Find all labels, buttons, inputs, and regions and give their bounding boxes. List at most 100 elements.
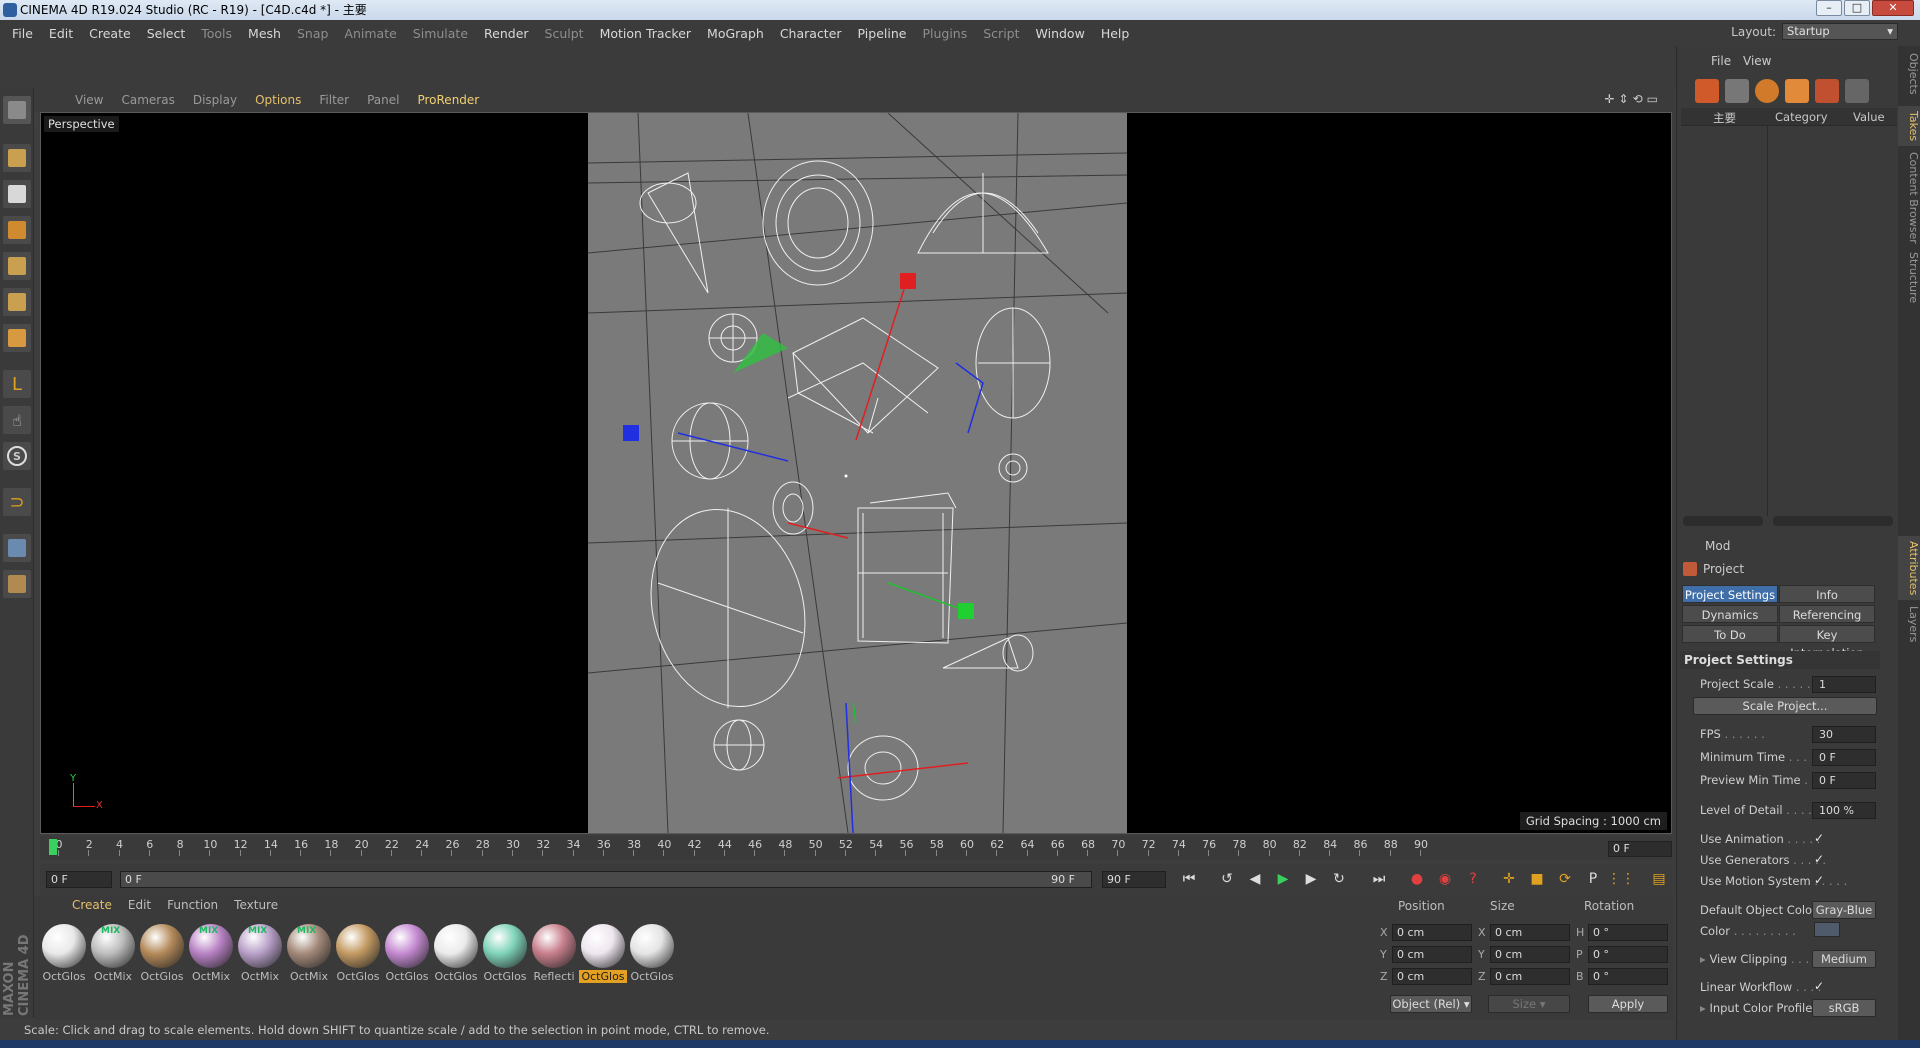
material-menu-function[interactable]: Function <box>159 898 226 912</box>
current-frame-field[interactable]: 0 F <box>1608 841 1672 857</box>
lock-workplane-icon[interactable] <box>3 534 31 562</box>
attr-value-field[interactable]: 1 <box>1812 676 1876 693</box>
menu-simulate[interactable]: Simulate <box>405 26 476 41</box>
material-swatch[interactable]: OctGlos <box>579 924 627 984</box>
attributes-mode-menu[interactable]: Mod <box>1705 539 1730 553</box>
maximize-button[interactable]: □ <box>1844 0 1870 16</box>
rotation-field[interactable]: 0 ° <box>1588 946 1668 963</box>
viewport-menu-display[interactable]: Display <box>184 93 246 107</box>
key-scale-icon[interactable]: ■ <box>1524 867 1550 891</box>
attr-value-field[interactable]: 30 <box>1812 726 1876 743</box>
menu-file[interactable]: File <box>4 26 41 41</box>
key-param-icon[interactable]: P <box>1580 867 1606 891</box>
rotation-field[interactable]: 0 ° <box>1588 924 1668 941</box>
autokey-icon[interactable]: ◉ <box>1432 867 1458 891</box>
rotation-field[interactable]: 0 ° <box>1588 968 1668 985</box>
menu-create[interactable]: Create <box>81 26 139 41</box>
next-key-icon[interactable]: ↻ <box>1326 867 1352 891</box>
attr-checkbox[interactable]: ✓ <box>1814 873 1828 887</box>
key-position-icon[interactable]: ✛ <box>1496 867 1522 891</box>
size-field[interactable]: 0 cm <box>1490 946 1570 963</box>
playhead[interactable] <box>49 839 57 855</box>
play-icon[interactable]: ▶ <box>1270 867 1296 891</box>
material-swatch[interactable]: MIX OctMix <box>187 924 235 984</box>
menu-tools[interactable]: Tools <box>193 26 240 41</box>
model-mode-icon[interactable] <box>3 144 31 172</box>
position-field[interactable]: 0 cm <box>1392 946 1472 963</box>
pan-icon[interactable]: ✛ <box>1604 92 1614 106</box>
objects-menu-file[interactable]: File <box>1711 54 1731 68</box>
goto-end-icon[interactable]: ⏭ <box>1366 867 1392 891</box>
menu-sculpt[interactable]: Sculpt <box>537 26 592 41</box>
attr-value-field[interactable]: 0 F <box>1812 772 1876 789</box>
size-field[interactable]: 0 cm <box>1490 968 1570 985</box>
side-tab-objects[interactable]: Objects <box>1898 52 1920 96</box>
prev-frame-icon[interactable]: ◀ <box>1242 867 1268 891</box>
points-mode-icon[interactable] <box>3 252 31 280</box>
material-swatch[interactable]: OctGlos <box>334 924 382 984</box>
magnet-icon[interactable]: ⊃ <box>3 488 31 516</box>
goto-start-icon[interactable]: ⏮ <box>1176 867 1202 891</box>
keyframe-selection-icon[interactable]: ? <box>1460 867 1486 891</box>
axis-mode-icon[interactable]: L <box>3 370 31 398</box>
material-menu-texture[interactable]: Texture <box>226 898 286 912</box>
minimize-button[interactable]: – <box>1816 0 1842 16</box>
size-mode-dropdown[interactable]: Size ▾ <box>1488 995 1570 1013</box>
input-color-profile-dropdown[interactable]: sRGB <box>1812 999 1876 1017</box>
size-field[interactable]: 0 cm <box>1490 924 1570 941</box>
dolly-icon[interactable]: ⇕ <box>1619 92 1629 106</box>
menu-select[interactable]: Select <box>139 26 194 41</box>
timeline-window-icon[interactable]: ▤ <box>1646 867 1672 891</box>
root-object[interactable]: 主要 <box>1713 110 1736 126</box>
material-swatch[interactable]: OctGlos <box>40 924 88 984</box>
menu-pipeline[interactable]: Pipeline <box>850 26 915 41</box>
key-rotation-icon[interactable]: ⟳ <box>1552 867 1578 891</box>
side-tab-attributes[interactable]: Attributes <box>1898 536 1920 600</box>
scale-project-button[interactable]: Scale Project... <box>1693 697 1877 715</box>
material-menu-create[interactable]: Create <box>64 898 120 912</box>
objects-menu-view[interactable]: View <box>1743 54 1771 68</box>
menu-mesh[interactable]: Mesh <box>240 26 289 41</box>
tab-key-interpolation[interactable]: Key Interpolation <box>1779 625 1875 660</box>
material-swatch[interactable]: MIX OctMix <box>285 924 333 984</box>
material-swatch[interactable]: OctGlos <box>138 924 186 984</box>
attr-value-field[interactable]: 0 F <box>1812 749 1876 766</box>
planar-workplane-icon[interactable] <box>3 570 31 598</box>
material-swatch[interactable]: OctGlos <box>383 924 431 984</box>
override-icon[interactable] <box>1785 79 1809 103</box>
menu-animate[interactable]: Animate <box>336 26 404 41</box>
range-slider[interactable]: 0 F 90 F <box>120 871 1092 888</box>
orbit-icon[interactable]: ⟲ <box>1633 92 1643 106</box>
view-clipping-dropdown[interactable]: Medium <box>1812 950 1876 968</box>
menu-help[interactable]: Help <box>1093 26 1138 41</box>
default-object-color-dropdown[interactable]: Gray-Blue <box>1812 901 1876 919</box>
material-swatch[interactable]: OctGlos <box>628 924 676 984</box>
workplane-mode-icon[interactable] <box>3 216 31 244</box>
snap-icon[interactable]: S <box>3 442 31 470</box>
make-editable-icon[interactable] <box>3 96 31 124</box>
tweak-mode-icon[interactable]: ☝ <box>3 406 31 434</box>
render-take-icon[interactable] <box>1815 79 1839 103</box>
lock-take-icon[interactable] <box>1845 79 1869 103</box>
key-pla-icon[interactable]: ⋮⋮ <box>1607 867 1635 891</box>
tab-to-do[interactable]: To Do <box>1682 625 1778 643</box>
end-frame-field[interactable]: 90 F <box>1102 871 1166 888</box>
polygons-mode-icon[interactable] <box>3 324 31 352</box>
object-settings-icon[interactable] <box>1725 79 1749 103</box>
position-field[interactable]: 0 cm <box>1392 924 1472 941</box>
menu-edit[interactable]: Edit <box>41 26 81 41</box>
toggle-view-icon[interactable]: ▭ <box>1647 92 1658 106</box>
side-tab-layers[interactable]: Layers <box>1898 602 1920 646</box>
take-icon[interactable] <box>1755 79 1779 103</box>
tab-info[interactable]: Info <box>1779 585 1875 603</box>
tab-dynamics[interactable]: Dynamics <box>1682 605 1778 623</box>
attr-value-field[interactable]: 100 % <box>1812 802 1876 819</box>
menu-motion-tracker[interactable]: Motion Tracker <box>592 26 699 41</box>
color-swatch[interactable] <box>1814 922 1840 937</box>
attr-checkbox[interactable]: ✓ <box>1814 852 1828 866</box>
objects-hscroll[interactable] <box>1683 516 1763 526</box>
record-keys-icon[interactable]: ● <box>1404 867 1430 891</box>
start-frame-field[interactable]: 0 F <box>46 871 112 888</box>
menu-snap[interactable]: Snap <box>289 26 336 41</box>
add-object-icon[interactable] <box>1695 79 1719 103</box>
